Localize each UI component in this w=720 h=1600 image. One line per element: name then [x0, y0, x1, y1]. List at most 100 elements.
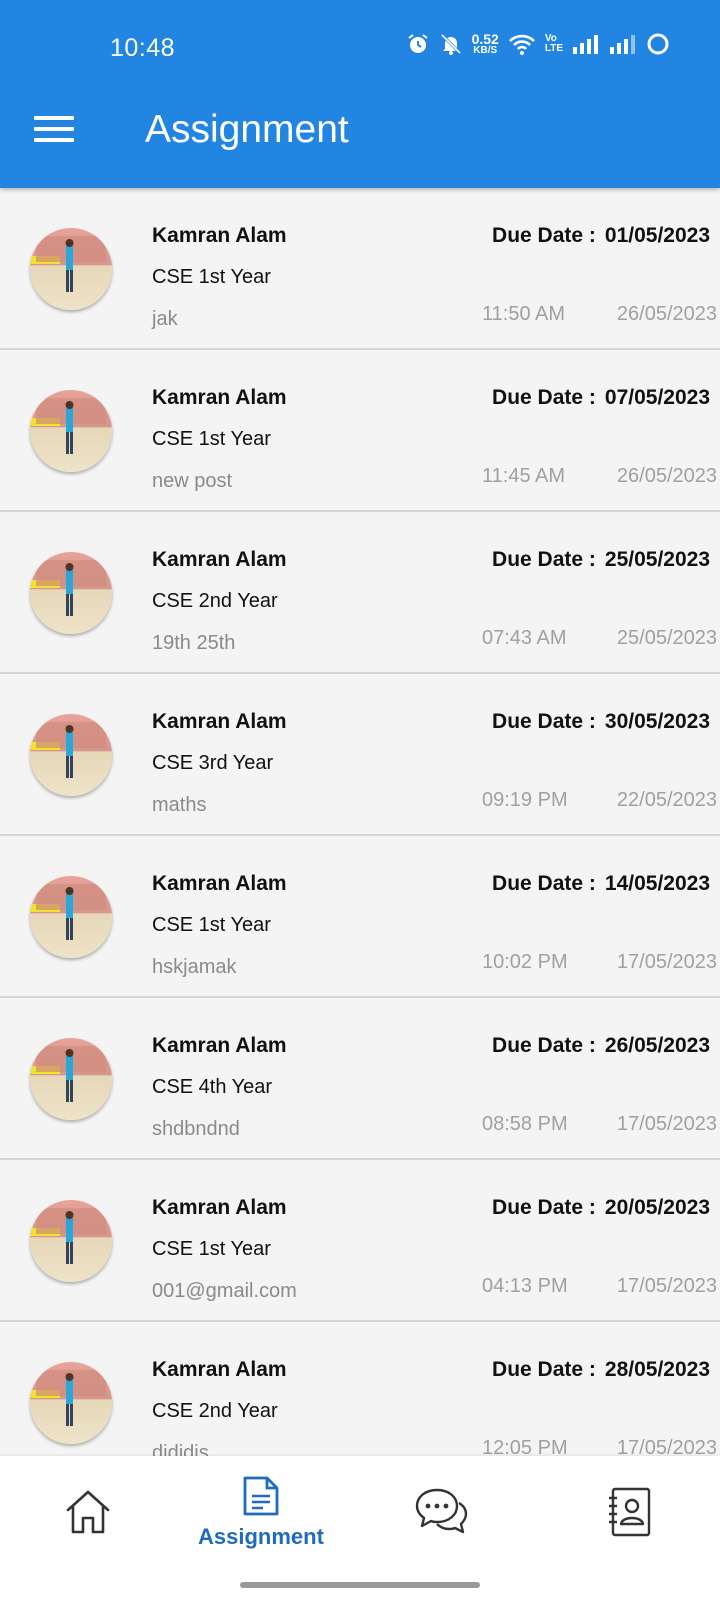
due-date-label: Due Date : [492, 548, 596, 571]
due-date-label: Due Date : [492, 386, 596, 409]
contacts-icon [609, 1487, 651, 1537]
hamburger-menu-icon [34, 116, 74, 120]
nav-chat[interactable] [414, 1486, 468, 1538]
due-date-label: Due Date : [492, 1034, 596, 1057]
posted-time: 11:45 AM [482, 465, 566, 487]
status-time: 10:48 [110, 34, 176, 62]
net-speed: 0.52 KB/S [472, 32, 499, 56]
due-date-label: Due Date : [492, 710, 596, 733]
due-date-label: Due Date : [492, 872, 596, 895]
assignment-description: new post [152, 470, 233, 492]
due-date-value: 30/05/2023 [604, 710, 710, 733]
posted-time: 07:43 AM [482, 627, 567, 649]
posted-date: 17/05/2023 [616, 1275, 717, 1297]
due-date-value: 25/05/2023 [604, 548, 710, 571]
posted-date: 26/05/2023 [616, 303, 717, 325]
due-date: Due Date : 14/05/2023 [492, 872, 710, 896]
assignment-description: maths [152, 794, 207, 816]
mute-icon [440, 33, 461, 55]
class-year: CSE 4th Year [152, 1076, 273, 1098]
class-year: CSE 2nd Year [152, 1400, 278, 1422]
due-date: Due Date : 01/05/2023 [492, 224, 710, 248]
due-date-value: 14/05/2023 [604, 872, 710, 895]
assignment-card[interactable]: Kamran Alam CSE 1st Year 001@gmail.com D… [0, 1160, 720, 1322]
due-date-label: Due Date : [492, 1358, 596, 1381]
author-name: Kamran Alam [152, 872, 287, 895]
posted-time: 11:50 AM [482, 303, 566, 325]
assignment-card[interactable]: Kamran Alam CSE 1st Year hskjamak Due Da… [0, 836, 720, 998]
due-date-label: Due Date : [492, 224, 596, 247]
menu-button[interactable] [34, 116, 76, 144]
assignment-card[interactable]: Kamran Alam CSE 1st Year new post Due Da… [0, 350, 720, 512]
nav-contacts[interactable] [606, 1486, 654, 1538]
battery-icon [647, 33, 669, 55]
due-date: Due Date : 26/05/2023 [492, 1034, 710, 1058]
volte-icon: Vo LTE [545, 34, 563, 54]
class-year: CSE 2nd Year [152, 590, 278, 612]
due-date: Due Date : 28/05/2023 [492, 1358, 710, 1382]
status-icons: 0.52 KB/S Vo LTE [406, 32, 670, 56]
author-name: Kamran Alam [152, 386, 287, 409]
avatar [30, 1038, 112, 1120]
class-year: CSE 1st Year [152, 428, 271, 450]
due-date-value: 01/05/2023 [604, 224, 710, 247]
posted-date: 26/05/2023 [616, 465, 717, 487]
author-name: Kamran Alam [152, 1358, 287, 1381]
home-icon [66, 1490, 110, 1534]
assignment-description: dididis [152, 1442, 209, 1456]
due-date: Due Date : 25/05/2023 [492, 548, 710, 572]
posted-date: 17/05/2023 [616, 951, 717, 973]
avatar [30, 1200, 112, 1282]
assignment-card[interactable]: Kamran Alam CSE 4th Year shdbndnd Due Da… [0, 998, 720, 1160]
avatar [30, 228, 112, 310]
author-name: Kamran Alam [152, 548, 287, 571]
nav-assignment-label: Assignment [198, 1524, 324, 1549]
avatar [30, 714, 112, 796]
due-date-value: 20/05/2023 [604, 1196, 710, 1219]
posted-date: 17/05/2023 [616, 1113, 717, 1135]
posted-time: 12:05 PM [482, 1437, 568, 1456]
signal-icon-2 [610, 35, 635, 54]
assignment-description: jak [152, 308, 178, 330]
assignment-list[interactable]: Kamran Alam CSE 1st Year jak Due Date : 0… [0, 188, 720, 1456]
volte-bottom: LTE [544, 43, 563, 54]
assignment-card[interactable]: Kamran Alam CSE 1st Year jak Due Date : 0… [0, 188, 720, 350]
assignment-card[interactable]: Kamran Alam CSE 3rd Year maths Due Date … [0, 674, 720, 836]
posted-time: 08:58 PM [482, 1113, 568, 1135]
class-year: CSE 1st Year [152, 266, 271, 288]
chat-icon [415, 1488, 468, 1534]
wifi-icon [508, 34, 535, 55]
assignment-description: 19th 25th [152, 632, 236, 654]
signal-icon [573, 35, 598, 54]
posted-date: 22/05/2023 [616, 789, 717, 811]
posted-time: 09:19 PM [482, 789, 568, 811]
due-date: Due Date : 30/05/2023 [492, 710, 710, 734]
due-date-label: Due Date : [492, 1196, 596, 1219]
due-date-value: 26/05/2023 [604, 1034, 710, 1057]
assignment-card[interactable]: Kamran Alam CSE 2nd Year 19th 25th Due D… [0, 512, 720, 674]
author-name: Kamran Alam [152, 1196, 287, 1219]
assignment-icon [243, 1476, 279, 1516]
assignment-description: 001@gmail.com [152, 1280, 297, 1302]
class-year: CSE 1st Year [152, 914, 271, 936]
avatar [30, 1362, 112, 1444]
author-name: Kamran Alam [152, 710, 287, 733]
avatar [30, 552, 112, 634]
avatar [30, 390, 112, 472]
page-title: Assignment [145, 108, 349, 151]
due-date-value: 07/05/2023 [604, 386, 710, 409]
nav-assignment[interactable]: Assignment [198, 1474, 324, 1550]
class-year: CSE 1st Year [152, 1238, 271, 1260]
due-date-value: 28/05/2023 [604, 1358, 710, 1381]
author-name: Kamran Alam [152, 1034, 287, 1057]
home-indicator[interactable] [240, 1582, 480, 1588]
bottom-navigation: Assignment [0, 1456, 720, 1600]
class-year: CSE 3rd Year [152, 752, 274, 774]
assignment-card[interactable]: Kamran Alam CSE 2nd Year dididis Due Dat… [0, 1322, 720, 1456]
nav-home[interactable] [62, 1486, 114, 1538]
avatar [30, 876, 112, 958]
posted-date: 25/05/2023 [616, 627, 717, 649]
assignment-description: shdbndnd [152, 1118, 240, 1140]
posted-time: 10:02 PM [482, 951, 568, 973]
assignment-description: hskjamak [152, 956, 237, 978]
